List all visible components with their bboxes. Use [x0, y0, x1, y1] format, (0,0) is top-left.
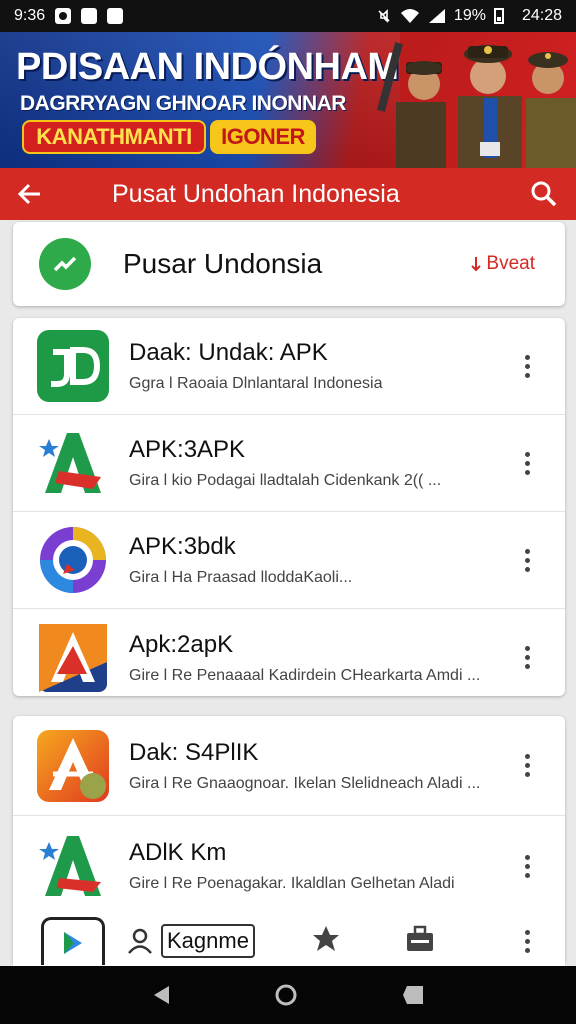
back-triangle-icon[interactable]	[151, 984, 171, 1006]
x-notification-icon	[81, 8, 98, 24]
list-item[interactable]: Apk:2apK Gire l Re Penaaaal Kadirdein CH…	[13, 609, 565, 696]
chat-circle-icon	[37, 524, 109, 596]
jd-icon	[37, 330, 109, 402]
app-title: APK:3APK	[129, 436, 246, 463]
back-button[interactable]	[0, 168, 60, 220]
app-title: Dak: S4PlIK	[129, 738, 259, 766]
banner-subtitle: DAGRRYAGN GHNOAR INONNAR	[20, 92, 346, 115]
bottom-tab-bar: Kagnme	[13, 916, 565, 966]
list-item[interactable]: Daak: Undak: APK Ggra l Raoaia Dlnlantar…	[13, 318, 565, 415]
tab-profile-label: Kagnme	[161, 924, 255, 958]
a-logo-icon	[37, 830, 109, 902]
home-circle-icon[interactable]	[274, 983, 298, 1007]
app-title: Apk:2apK	[129, 630, 234, 658]
more-options-icon[interactable]	[507, 535, 547, 585]
person-icon	[128, 928, 152, 954]
app-subtitle: Gira l Re Gnaaognoar. Ikelan Slelidneach…	[129, 774, 481, 792]
status-clock: 24:28	[521, 7, 562, 24]
banner-title: PDISAAN INDÓNHAM	[16, 46, 399, 88]
battery-icon	[493, 8, 504, 24]
header-action-button[interactable]: Bveat	[470, 253, 535, 275]
header-card: Pusar Undonsia Bveat	[13, 222, 565, 306]
app-subtitle: Gira l kio Podagai lladtalah Cidenkank 2…	[129, 472, 442, 489]
app-list-card: Daak: Undak: APK Ggra l Raoaia Dlnlantar…	[13, 318, 565, 696]
tab-favorites[interactable]	[311, 924, 341, 959]
camera-notification-icon	[55, 8, 72, 24]
arrow-down-icon	[471, 257, 482, 272]
app-bar: Pusat Undohan Indonesia	[0, 168, 576, 220]
tab-downloads[interactable]	[405, 925, 435, 958]
trend-check-icon	[39, 238, 91, 290]
list-item[interactable]: ADlK Km Gire l Re Poenagakar. Ikaldlan G…	[13, 816, 565, 916]
briefcase-icon	[406, 925, 433, 951]
app-title: Daak: Undak: APK	[129, 339, 328, 366]
a-logo-icon	[37, 427, 109, 499]
battery-percent: 19%	[453, 7, 486, 24]
app-subtitle: Gira l Ha Praasad lloddaKaoli...	[129, 569, 353, 586]
more-options-icon[interactable]	[507, 633, 547, 683]
a-logo-icon	[37, 621, 109, 694]
header-title: Pusar Undonsia	[123, 248, 323, 279]
mute-icon	[378, 9, 390, 23]
image-notification-icon	[107, 8, 124, 24]
more-options-icon[interactable]	[507, 916, 547, 966]
status-time: 9:36	[14, 7, 46, 24]
officers-illustration	[377, 42, 576, 168]
system-nav-bar	[0, 966, 576, 1024]
star-icon	[312, 925, 339, 951]
tab-profile[interactable]: Kagnme	[127, 924, 255, 958]
wifi-icon	[400, 9, 419, 23]
a-logo-icon	[37, 729, 109, 802]
list-item[interactable]: APK:3APK Gira l kio Podagai lladtalah Ci…	[13, 415, 565, 512]
app-bar-title: Pusat Undohan Indonesia	[112, 179, 400, 208]
banner-yellow-button[interactable]: IGONER	[210, 120, 316, 154]
list-item[interactable]: Dak: S4PlIK Gira l Re Gnaaognoar. Ikelan…	[13, 716, 565, 816]
search-button[interactable]	[530, 180, 558, 208]
list-item[interactable]: APK:3bdk Gira l Ha Praasad lloddaKaoli..…	[13, 512, 565, 609]
app-subtitle: Gire l Re Penaaaal Kadirdein CHearkarta …	[129, 666, 481, 684]
arrow-left-icon	[17, 183, 40, 205]
signal-icon	[428, 9, 445, 23]
banner-red-button[interactable]: KANATHMANTI	[22, 120, 206, 154]
search-icon	[531, 181, 557, 207]
app-title: APK:3bdk	[129, 533, 236, 560]
status-bar: 9:36 19% 24:28	[0, 0, 576, 32]
app-subtitle: Ggra l Raoaia Dlnlantaral Indonesia	[129, 375, 383, 392]
more-options-icon[interactable]	[507, 741, 547, 791]
more-options-icon[interactable]	[507, 341, 547, 391]
play-store-icon[interactable]	[41, 917, 105, 965]
app-title: ADlK Km	[129, 839, 227, 866]
app-subtitle: Gire l Re Poenagakar. Ikaldlan Gelhetan …	[129, 875, 455, 892]
more-options-icon[interactable]	[507, 438, 547, 488]
promo-banner[interactable]: PDISAAN INDÓNHAM DAGRRYAGN GHNOAR INONNA…	[0, 32, 576, 168]
recents-square-icon[interactable]	[401, 984, 425, 1006]
header-action-label: Bveat	[486, 253, 535, 274]
more-options-icon[interactable]	[507, 841, 547, 891]
